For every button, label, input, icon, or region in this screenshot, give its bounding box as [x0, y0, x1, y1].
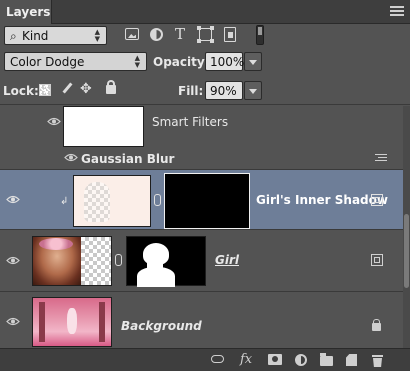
smart-filter-mask-thumbnail[interactable]: [63, 106, 144, 147]
search-icon: ⌕: [10, 29, 17, 43]
fill-dropdown-button[interactable]: [244, 81, 262, 100]
panel-menu-icon[interactable]: [390, 6, 404, 18]
filter-kind-select[interactable]: ⌕ Kind ▲ ▼: [4, 26, 107, 45]
mask-link-icon[interactable]: [115, 254, 122, 266]
tab-layers-label: Layers: [6, 5, 51, 19]
lock-image-pixels-icon[interactable]: [60, 82, 74, 96]
layer-thumbnail[interactable]: [32, 236, 112, 286]
fill-input[interactable]: 90%: [205, 81, 243, 100]
lock-transparent-pixels-icon[interactable]: [39, 84, 51, 96]
opacity-dropdown-button[interactable]: [244, 52, 262, 71]
layers-list: Smart Filters Gaussian Blur ↲ Girl's Inn…: [0, 106, 403, 348]
adjustment-filter-icon[interactable]: [150, 28, 163, 41]
stepper-icon: ▲ ▼: [94, 28, 100, 43]
fill-label: Fill:: [178, 84, 204, 98]
smart-filters-label: Smart Filters: [152, 115, 229, 129]
layers-bottom-toolbar: fx: [0, 348, 410, 371]
layer-row-background[interactable]: Background: [0, 292, 403, 348]
layer-name[interactable]: Girl: [215, 253, 239, 267]
chevron-down-icon: [249, 89, 257, 94]
layer-mask-thumbnail[interactable]: [164, 173, 250, 229]
lock-all-icon[interactable]: [106, 80, 116, 94]
visibility-eye-icon[interactable]: [47, 117, 61, 126]
stepper-icon: ▲ ▼: [134, 54, 140, 69]
lock-position-icon[interactable]: ✥: [80, 81, 92, 97]
blend-mode-select[interactable]: Color Dodge ▲ ▼: [4, 52, 147, 71]
layer-name[interactable]: Girl's Inner Shadow: [256, 193, 388, 207]
layer-mask-thumbnail[interactable]: [126, 236, 206, 287]
adjustment-layer-icon[interactable]: [295, 354, 307, 366]
layer-thumbnail[interactable]: [73, 175, 151, 227]
type-filter-icon[interactable]: T: [175, 25, 185, 43]
lock-label: Lock:: [3, 84, 39, 98]
fx-icon[interactable]: fx: [240, 352, 252, 367]
smart-object-filter-icon[interactable]: [224, 27, 236, 42]
layers-scrollbar[interactable]: [403, 106, 410, 348]
visibility-eye-icon[interactable]: [6, 256, 20, 265]
mask-link-icon[interactable]: [154, 194, 161, 206]
opacity-input[interactable]: 100%: [205, 52, 245, 71]
filter-name: Gaussian Blur: [81, 152, 175, 166]
opacity-label: Opacity:: [153, 55, 210, 69]
smart-object-badge-icon: [371, 254, 383, 266]
filter-toggle-switch[interactable]: [256, 25, 264, 45]
opacity-value: 100%: [210, 55, 245, 69]
filter-blending-options-icon[interactable]: [375, 154, 387, 164]
lock-icon: [372, 319, 381, 331]
fill-value: 90%: [210, 84, 237, 98]
panel-tab-bar: Layers: [0, 0, 410, 24]
layer-row-girl[interactable]: Girl: [0, 230, 403, 292]
visibility-eye-icon[interactable]: [6, 317, 20, 326]
delete-layer-icon[interactable]: [372, 354, 383, 367]
visibility-eye-icon[interactable]: [6, 195, 20, 204]
link-layers-icon[interactable]: [211, 355, 224, 363]
new-layer-icon[interactable]: [346, 354, 357, 366]
shape-filter-icon[interactable]: [197, 26, 214, 43]
chevron-down-icon: [249, 60, 257, 65]
divider: [0, 104, 410, 105]
visibility-eye-icon[interactable]: [64, 153, 78, 162]
blend-mode-value: Color Dodge: [10, 55, 85, 69]
filter-kind-label: Kind: [22, 29, 49, 43]
filter-gaussian-blur-row[interactable]: Gaussian Blur: [0, 150, 403, 170]
scrollbar-thumb[interactable]: [404, 214, 409, 288]
tab-layers[interactable]: Layers: [0, 0, 52, 24]
layer-thumbnail[interactable]: [32, 297, 112, 347]
clipping-arrow-icon: ↲: [60, 196, 69, 207]
smart-object-badge-icon: [371, 194, 383, 206]
smart-filters-row[interactable]: Smart Filters: [0, 106, 403, 150]
add-mask-icon[interactable]: [268, 354, 282, 365]
new-group-icon[interactable]: [320, 353, 333, 366]
layer-row-girls-inner-shadow[interactable]: ↲ Girl's Inner Shadow: [0, 170, 403, 230]
layer-name[interactable]: Background: [121, 319, 202, 333]
image-filter-icon[interactable]: [125, 28, 139, 40]
